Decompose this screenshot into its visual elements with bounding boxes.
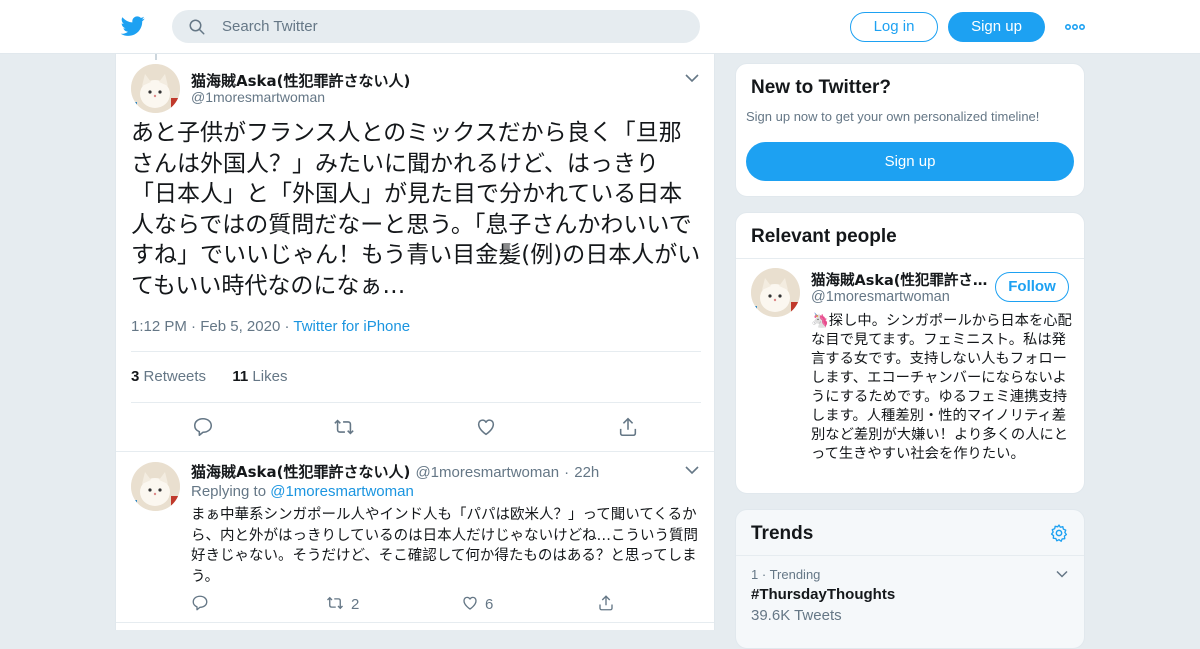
cat-avatar-image <box>751 268 800 317</box>
likes-label: Likes <box>252 368 288 385</box>
divider <box>131 402 701 403</box>
share-icon <box>599 595 613 611</box>
share-icon[interactable] <box>617 416 639 438</box>
likes-count: 11 <box>232 368 249 385</box>
search-input[interactable] <box>222 10 682 43</box>
divider <box>736 555 1084 556</box>
avatar[interactable] <box>131 64 180 113</box>
card-title: Relevant people <box>751 226 897 247</box>
tweet-stats: 3 Retweets 11 Likes <box>131 368 287 385</box>
author-name[interactable]: 猫海賊Aska(性犯罪許さない人) <box>191 463 410 481</box>
reply-action[interactable] <box>191 594 215 612</box>
trends-card: Trends 1 · Trending #ThursdayThoughts 39… <box>735 509 1085 649</box>
login-button[interactable]: Log in <box>850 12 938 42</box>
chevron-down-icon[interactable] <box>1055 569 1069 579</box>
retweets-count: 3 <box>131 368 140 385</box>
retweet-icon <box>327 596 343 610</box>
tweet-source-link[interactable]: Twitter for iPhone <box>293 318 410 335</box>
author-name[interactable]: 猫海賊Aska(性犯罪許さない人) <box>191 70 410 91</box>
reply-icon[interactable] <box>192 416 214 438</box>
relevant-people-card: Relevant people 猫海賊Aska(性犯罪許さ… @1moresma… <box>735 212 1085 494</box>
reply-icon <box>192 595 208 611</box>
trend-tweet-count: 39.6K Tweets <box>751 607 842 624</box>
replying-label: Replying to <box>191 483 267 500</box>
card-title: New to Twitter? <box>751 77 892 98</box>
more-dots-icon[interactable] <box>1064 18 1086 36</box>
tweet-column: 猫海賊Aska(性犯罪許さない人) @1moresmartwoman あと子供が… <box>115 54 715 630</box>
twitter-bird-icon[interactable] <box>120 14 146 38</box>
separator-dot: · <box>761 567 770 582</box>
tweet-date[interactable]: Feb 5, 2020 <box>200 318 280 335</box>
retweets-stat[interactable]: 3 Retweets <box>131 368 206 385</box>
like-count: 6 <box>485 596 494 613</box>
separator-dot: · <box>564 464 570 481</box>
divider <box>736 258 1084 259</box>
share-action[interactable] <box>597 594 621 612</box>
avatar[interactable] <box>751 268 800 317</box>
top-navigation-bar: Log in Sign up <box>0 0 1200 54</box>
tweet-divider <box>116 622 714 623</box>
reply-tweet-text: まぁ中華系シンガポール人やインド人も「パパは欧米人？」って聞いてくるから、内と外… <box>191 507 699 585</box>
chevron-down-icon[interactable] <box>684 464 700 476</box>
gear-icon[interactable] <box>1049 523 1069 543</box>
card-subtitle: Sign up now to get your own personalized… <box>746 109 1040 124</box>
tweet-metadata: 1:12 PM · Feb 5, 2020 · Twitter for iPho… <box>131 318 410 335</box>
follow-button[interactable]: Follow <box>995 272 1069 302</box>
like-action[interactable]: 6 <box>461 594 494 613</box>
search-icon <box>189 19 205 35</box>
thread-connector <box>155 54 157 60</box>
retweet-icon[interactable] <box>333 416 355 438</box>
reply-header: 猫海賊Aska(性犯罪許さない人) @1moresmartwoman · 22h <box>191 461 599 482</box>
trend-context: 1 · Trending <box>751 567 820 582</box>
person-name[interactable]: 猫海賊Aska(性犯罪許さ… <box>811 269 987 290</box>
author-handle[interactable]: @1moresmartwoman <box>415 464 559 481</box>
likes-stat[interactable]: 11 Likes <box>232 368 287 385</box>
separator-dot: · <box>191 318 201 335</box>
heart-icon <box>463 596 477 610</box>
cat-avatar-image <box>131 462 180 511</box>
search-bar[interactable] <box>172 10 700 43</box>
tweet-text: あと子供がフランス人とのミックスだから良く「旦那さんは外国人？」みたいに聞かれる… <box>131 120 701 299</box>
retweet-action[interactable]: 2 <box>325 594 360 613</box>
signup-button[interactable]: Sign up <box>746 142 1074 181</box>
chevron-down-icon[interactable] <box>684 72 700 84</box>
trend-label: Trending <box>769 567 821 582</box>
tweet-time[interactable]: 1:12 PM <box>131 318 187 335</box>
new-to-twitter-card: New to Twitter? Sign up now to get your … <box>735 63 1085 197</box>
trend-rank: 1 <box>751 567 759 582</box>
retweet-count: 2 <box>351 596 360 613</box>
tweet-age[interactable]: 22h <box>574 464 599 481</box>
card-title: Trends <box>751 523 814 544</box>
person-bio: 🦄探し中。シンガポールから日本を心配な目で見てます。フェミニスト。私は発言する女… <box>811 313 1072 462</box>
divider <box>131 351 701 352</box>
retweets-label: Retweets <box>143 368 207 385</box>
replying-to-link[interactable]: @1moresmartwoman <box>270 483 414 500</box>
person-handle[interactable]: @1moresmartwoman <box>811 289 950 305</box>
tweet-divider <box>116 451 714 452</box>
replying-to: Replying to @1moresmartwoman <box>191 483 414 500</box>
avatar[interactable] <box>131 462 180 511</box>
author-handle[interactable]: @1moresmartwoman <box>191 89 325 105</box>
trend-name: #ThursdayThoughts <box>751 586 896 603</box>
cat-avatar-image <box>131 64 180 113</box>
heart-icon[interactable] <box>475 416 497 438</box>
signup-button[interactable]: Sign up <box>948 12 1045 42</box>
